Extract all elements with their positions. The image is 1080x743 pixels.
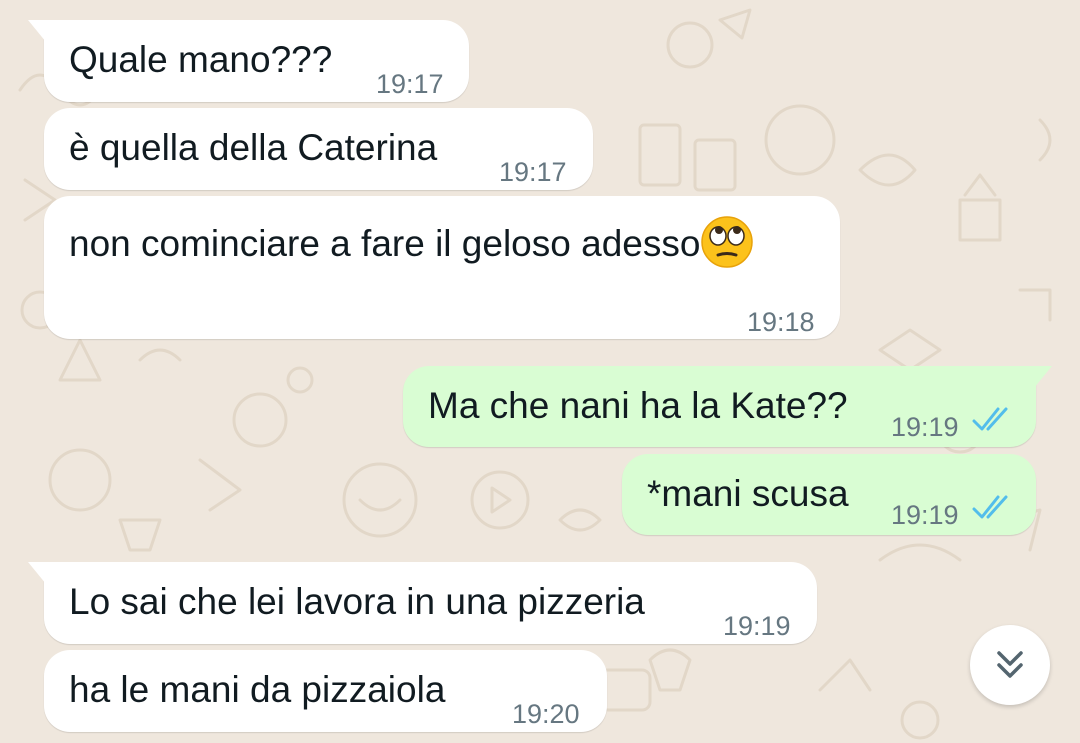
message-text: Lo sai che lei lavora in una pizzeria <box>69 581 645 622</box>
read-receipt-icon <box>972 407 1008 431</box>
message-time: 19:18 <box>747 307 815 337</box>
message-text: *mani scusa <box>647 473 849 514</box>
message-time: 19:17 <box>499 157 567 187</box>
double-chevron-down-icon <box>997 651 1023 678</box>
message-text: Ma che nani ha la Kate?? <box>428 385 848 426</box>
message-text-content: non cominciare a fare il geloso adesso <box>69 223 701 264</box>
message-text: è quella della Caterina <box>69 127 438 168</box>
outgoing-message[interactable]: *mani scusa 19:19 <box>622 454 1036 535</box>
scroll-to-bottom-button[interactable] <box>970 625 1050 705</box>
bubble-tail <box>28 562 46 584</box>
message-text: non cominciare a fare il geloso adesso <box>69 216 754 269</box>
bubble-tail <box>28 20 46 42</box>
incoming-message[interactable]: ha le mani da pizzaiola 19:20 <box>44 650 607 732</box>
incoming-message[interactable]: non cominciare a fare il geloso adesso 1… <box>44 196 840 339</box>
face-with-rolling-eyes-icon <box>701 216 754 268</box>
message-time: 19:19 <box>891 500 959 530</box>
read-receipt-icon <box>972 495 1008 519</box>
incoming-message[interactable]: è quella della Caterina 19:17 <box>44 108 593 190</box>
chat-area[interactable]: Quale mano??? 19:17 è quella della Cater… <box>0 0 1080 743</box>
outgoing-message[interactable]: Ma che nani ha la Kate?? 19:19 <box>403 366 1052 447</box>
incoming-message[interactable]: Quale mano??? 19:17 <box>28 20 469 102</box>
message-time: 19:19 <box>891 412 959 442</box>
message-time: 19:19 <box>723 611 791 641</box>
message-time: 19:17 <box>376 69 444 99</box>
message-text: Quale mano??? <box>69 39 333 80</box>
incoming-message[interactable]: Lo sai che lei lavora in una pizzeria 19… <box>28 562 817 644</box>
bubble-tail <box>1034 366 1052 388</box>
message-time: 19:20 <box>512 699 580 729</box>
message-text: ha le mani da pizzaiola <box>69 669 446 710</box>
